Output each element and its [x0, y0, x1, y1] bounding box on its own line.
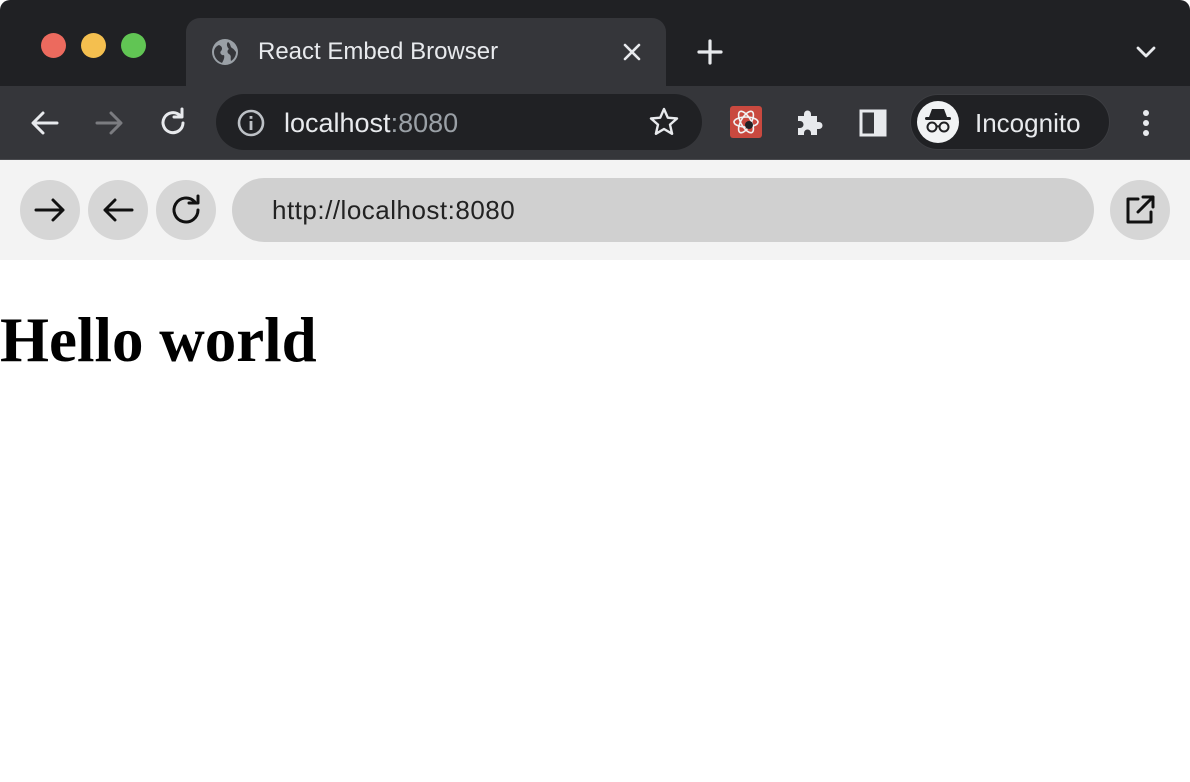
forward-arrow-icon [34, 198, 65, 222]
window-zoom-button[interactable] [121, 33, 146, 58]
address-bar[interactable]: localhost:8080 [216, 94, 702, 150]
open-external-icon [1126, 195, 1155, 224]
window-minimize-button[interactable] [81, 33, 106, 58]
browser-titlebar: React Embed Browser [0, 0, 1190, 86]
address-text: localhost:8080 [284, 108, 458, 138]
tab-react-embed-browser[interactable]: React Embed Browser [186, 18, 666, 86]
embed-browser-bar [0, 160, 1190, 260]
bookmark-star-icon[interactable] [648, 106, 680, 138]
react-devtools-icon[interactable] [730, 106, 762, 138]
address-port: :8080 [390, 108, 459, 138]
close-tab-icon[interactable] [620, 40, 644, 64]
profile-label: Incognito [975, 108, 1081, 138]
forward-arrow-icon[interactable] [92, 106, 126, 140]
page-heading: Hello world [0, 305, 317, 375]
back-arrow-icon [103, 198, 134, 222]
address-host: localhost [284, 108, 391, 138]
more-menu-icon[interactable] [1132, 106, 1160, 140]
globe-icon [212, 39, 238, 65]
incognito-profile-chip[interactable]: Incognito [910, 94, 1110, 150]
reload-icon [172, 194, 200, 224]
tab-title: React Embed Browser [258, 38, 499, 65]
extensions-puzzle-icon[interactable] [794, 106, 826, 138]
atom-icon [733, 110, 759, 134]
chevron-down-icon[interactable] [1132, 40, 1160, 64]
embed-forward-button[interactable] [20, 180, 80, 240]
incognito-icon [925, 109, 951, 133]
embed-open-external-button[interactable] [1110, 180, 1170, 240]
embed-url-input[interactable] [232, 178, 1094, 242]
new-tab-icon[interactable] [694, 36, 726, 68]
embed-reload-button[interactable] [156, 180, 216, 240]
info-icon[interactable] [236, 108, 266, 138]
embed-back-button[interactable] [88, 180, 148, 240]
avatar [917, 101, 959, 143]
side-panel-icon[interactable] [858, 108, 888, 138]
reload-icon[interactable] [156, 106, 190, 140]
browser-toolbar: localhost:8080 Incognito [0, 86, 1190, 160]
back-arrow-icon[interactable] [28, 106, 62, 140]
window-close-button[interactable] [41, 33, 66, 58]
